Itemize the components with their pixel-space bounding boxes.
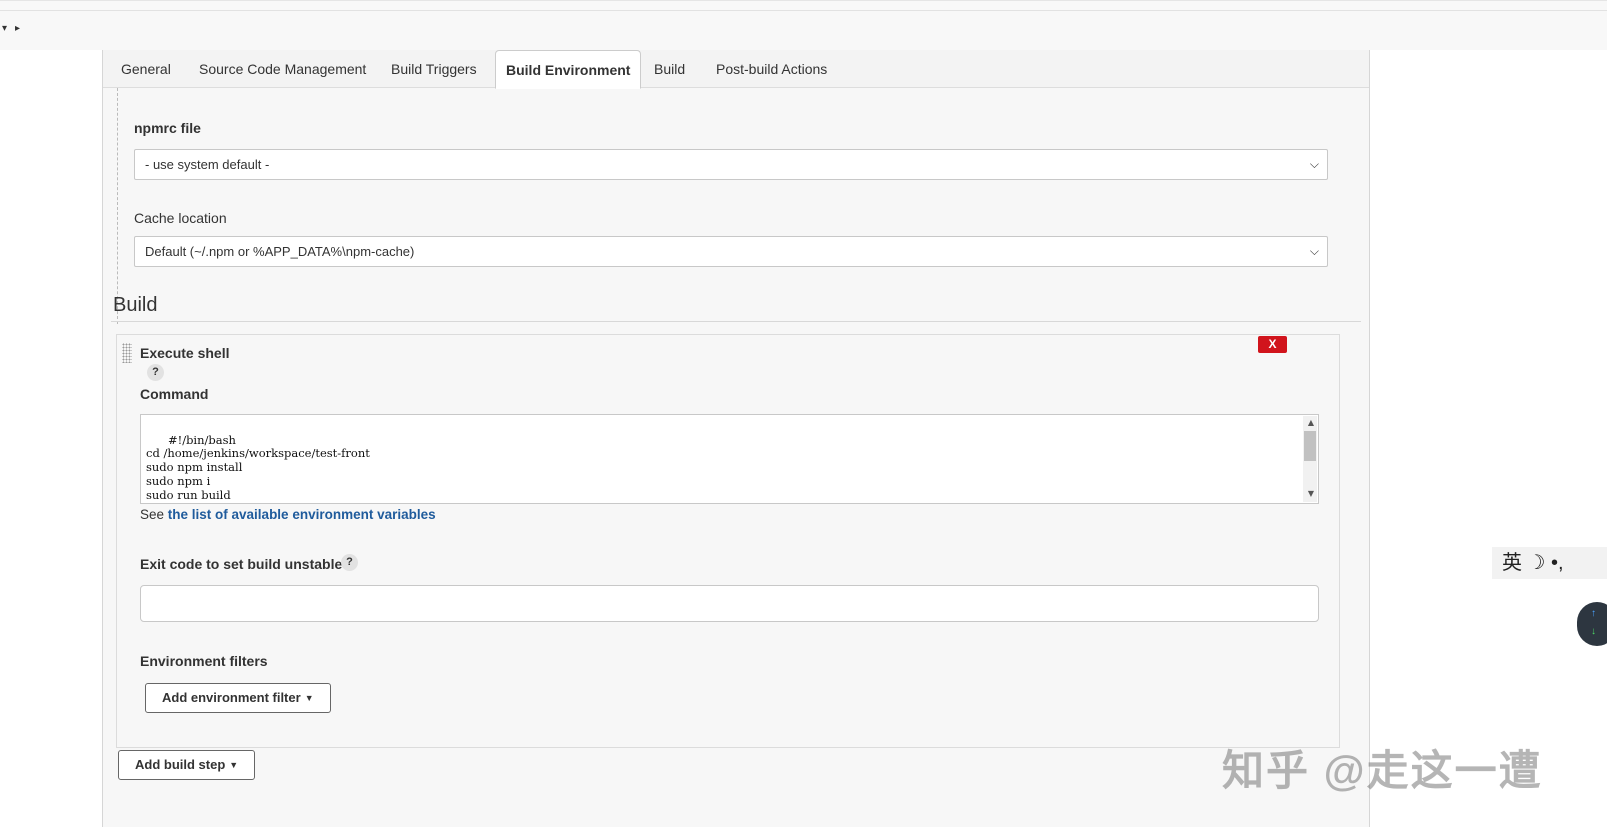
command-text: #!/bin/bash cd /home/jenkins/workspace/t… bbox=[146, 432, 370, 503]
chevron-down-icon: ⌵ bbox=[1309, 244, 1319, 258]
ime-toolbar[interactable]: 英 ☽ •, bbox=[1492, 547, 1607, 579]
command-textarea[interactable]: #!/bin/bash cd /home/jenkins/workspace/t… bbox=[140, 414, 1319, 504]
scroll-up-icon[interactable]: ▲ bbox=[1308, 416, 1314, 430]
config-tabs: General Source Code Management Build Tri… bbox=[103, 50, 1369, 89]
tab-post-build-actions[interactable]: Post-build Actions bbox=[716, 50, 827, 88]
top-bar: ▾▸ bbox=[0, 0, 1607, 50]
tab-build-triggers[interactable]: Build Triggers bbox=[391, 50, 477, 88]
add-build-step-label: Add build step bbox=[135, 757, 226, 772]
exit-code-label: Exit code to set build unstable bbox=[140, 556, 343, 572]
watermark: 知乎 @走这一遭 bbox=[1222, 747, 1543, 794]
step-title: Execute shell bbox=[140, 345, 230, 361]
execute-shell-step: X Execute shell ? Command #!/bin/bash cd… bbox=[116, 334, 1340, 748]
env-vars-hint-prefix: See bbox=[140, 507, 168, 522]
cache-location-select[interactable]: Default (~/.npm or %APP_DATA%\npm-cache)… bbox=[134, 236, 1328, 267]
add-build-step-button[interactable]: Add build step ▼ bbox=[118, 750, 256, 780]
exit-code-input[interactable] bbox=[140, 585, 1319, 622]
caret-down-icon: ▼ bbox=[304, 693, 314, 703]
section-indent-line bbox=[117, 88, 118, 324]
top-divider bbox=[0, 10, 1607, 11]
add-environment-filter-label: Add environment filter bbox=[162, 690, 301, 705]
npmrc-file-label: npmrc file bbox=[134, 120, 201, 136]
scroll-down-icon[interactable]: ▼ bbox=[1308, 487, 1314, 501]
npmrc-file-value: - use system default - bbox=[145, 157, 270, 172]
tab-source-code-management[interactable]: Source Code Management bbox=[199, 50, 366, 88]
help-icon[interactable]: ? bbox=[341, 554, 358, 571]
command-label: Command bbox=[140, 386, 209, 402]
drag-handle-icon[interactable] bbox=[122, 343, 132, 363]
caret-icons[interactable]: ▾▸ bbox=[2, 23, 28, 34]
tab-build-environment[interactable]: Build Environment bbox=[495, 50, 642, 89]
download-arrow-icon: ↓ bbox=[1591, 626, 1596, 637]
env-vars-hint: See the list of available environment va… bbox=[140, 507, 436, 522]
cache-location-value: Default (~/.npm or %APP_DATA%\npm-cache) bbox=[145, 244, 415, 259]
tab-general[interactable]: General bbox=[121, 50, 171, 88]
caret-down-icon: ▼ bbox=[229, 760, 239, 770]
chevron-down-icon: ⌵ bbox=[1309, 157, 1319, 171]
delete-step-button[interactable]: X bbox=[1258, 336, 1287, 353]
help-icon[interactable]: ? bbox=[147, 364, 164, 381]
cache-location-label: Cache location bbox=[134, 210, 227, 226]
build-section-title: Build bbox=[113, 294, 158, 316]
upload-arrow-icon: ↑ bbox=[1591, 608, 1596, 619]
npmrc-file-select[interactable]: - use system default - ⌵ bbox=[134, 149, 1328, 180]
network-monitor-widget[interactable]: ↑ ↓ bbox=[1577, 602, 1607, 646]
section-divider bbox=[111, 321, 1361, 322]
scrollbar-thumb[interactable] bbox=[1304, 431, 1316, 461]
environment-filters-label: Environment filters bbox=[140, 653, 268, 669]
add-environment-filter-button[interactable]: Add environment filter ▼ bbox=[145, 683, 331, 713]
env-vars-link[interactable]: the list of available environment variab… bbox=[168, 507, 436, 522]
tab-build[interactable]: Build bbox=[654, 50, 685, 88]
config-panel: General Source Code Management Build Tri… bbox=[102, 50, 1370, 827]
